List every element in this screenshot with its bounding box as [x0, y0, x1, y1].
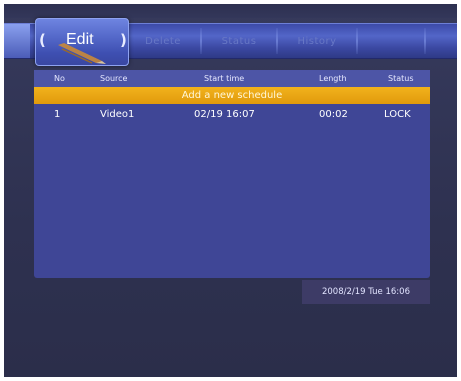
menu-separator [276, 28, 278, 54]
cell-status: LOCK [384, 109, 411, 120]
column-header-length: Length [319, 74, 347, 83]
column-header-source: Source [100, 74, 128, 83]
tab-history[interactable]: History [282, 24, 352, 58]
top-border [4, 4, 457, 18]
menu-bar-cap [4, 24, 30, 58]
menu-separator [424, 28, 426, 54]
clock-display: 2008/2/19 Tue 16:06 [302, 280, 430, 304]
add-schedule-row[interactable]: Add a new schedule [34, 87, 430, 104]
menu-separator [356, 28, 358, 54]
clock-text: 2008/2/19 Tue 16:06 [321, 287, 410, 297]
cell-length: 00:02 [319, 109, 348, 120]
tab-status-label: Status [221, 35, 257, 47]
cell-start-time: 02/19 16:07 [194, 109, 255, 120]
tab-delete[interactable]: Delete [132, 24, 194, 58]
column-header-start-time: Start time [204, 74, 245, 83]
schedule-panel: No Source Start time Length Status Add a… [34, 70, 430, 278]
column-header-status: Status [388, 74, 414, 83]
tab-edit[interactable]: ( Edit ) [35, 18, 129, 66]
menu-separator [200, 28, 202, 54]
recorder-screen: Delete Status History ( Edit ) No Source… [4, 4, 457, 377]
column-header-no: No [54, 74, 65, 83]
table-row[interactable]: 1 Video1 02/19 16:07 00:02 LOCK [34, 106, 430, 124]
tab-history-label: History [297, 35, 337, 47]
table-header: No Source Start time Length Status [34, 70, 430, 87]
left-arrow-icon: ( [39, 31, 46, 49]
right-arrow-icon: ) [120, 31, 127, 49]
cell-no: 1 [54, 109, 61, 120]
tab-status[interactable]: Status [206, 24, 272, 58]
tab-edit-label: Edit [66, 31, 94, 48]
cell-source: Video1 [100, 109, 135, 120]
tab-delete-label: Delete [145, 35, 181, 47]
